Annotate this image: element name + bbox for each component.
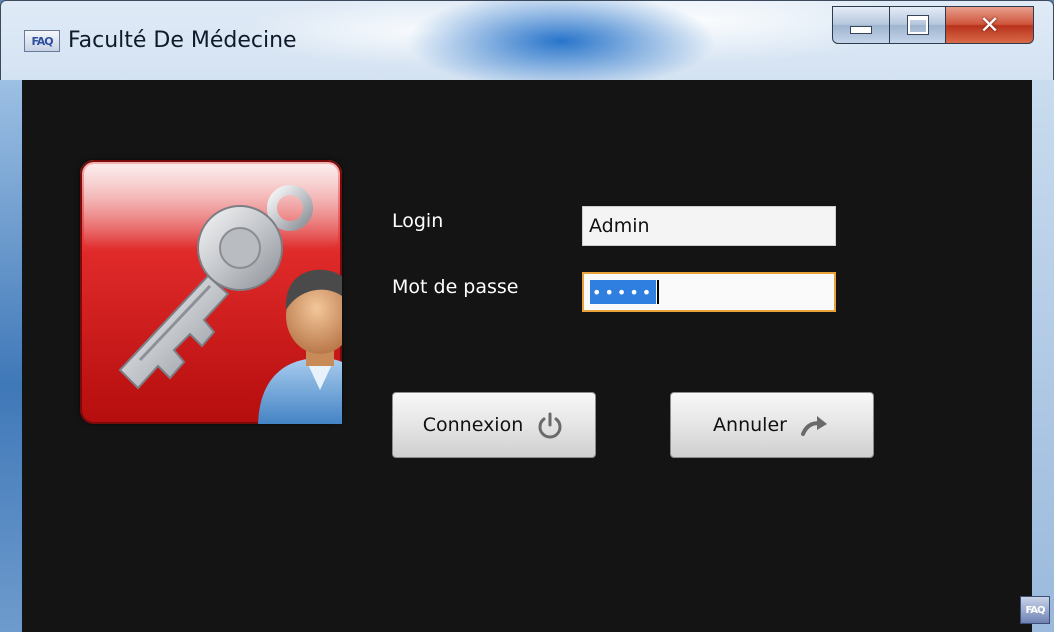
login-value: Admin xyxy=(589,215,650,237)
password-label: Mot de passe xyxy=(392,276,519,298)
close-button[interactable]: ✕ xyxy=(946,6,1034,44)
password-masked-value: ••••• xyxy=(590,280,657,304)
client-area: Login Admin Mot de passe ••••• Connexion… xyxy=(22,80,1032,632)
annuler-button[interactable]: Annuler xyxy=(670,392,874,458)
connexion-button[interactable]: Connexion xyxy=(392,392,596,458)
annuler-button-label: Annuler xyxy=(713,414,787,436)
minimize-button[interactable] xyxy=(832,6,890,44)
minimize-icon xyxy=(850,26,872,34)
app-icon[interactable]: FAQ xyxy=(24,30,60,52)
login-label: Login xyxy=(392,210,444,232)
window-controls: ✕ xyxy=(832,6,1034,46)
key-user-icon xyxy=(84,164,370,428)
maximize-button[interactable] xyxy=(890,6,946,44)
close-icon: ✕ xyxy=(979,11,1000,39)
undo-arrow-icon xyxy=(800,416,827,436)
connexion-button-label: Connexion xyxy=(422,414,524,436)
login-logo xyxy=(80,160,370,428)
text-caret xyxy=(657,280,660,304)
window-title: Faculté De Médecine xyxy=(68,28,297,53)
maximize-icon xyxy=(906,15,929,35)
power-icon xyxy=(538,412,562,439)
password-field[interactable]: ••••• xyxy=(582,272,836,312)
login-field[interactable]: Admin xyxy=(582,206,836,246)
window-right-border xyxy=(1032,80,1054,632)
window-left-border xyxy=(0,80,22,632)
faq-corner-icon: FAQ xyxy=(1020,596,1050,624)
